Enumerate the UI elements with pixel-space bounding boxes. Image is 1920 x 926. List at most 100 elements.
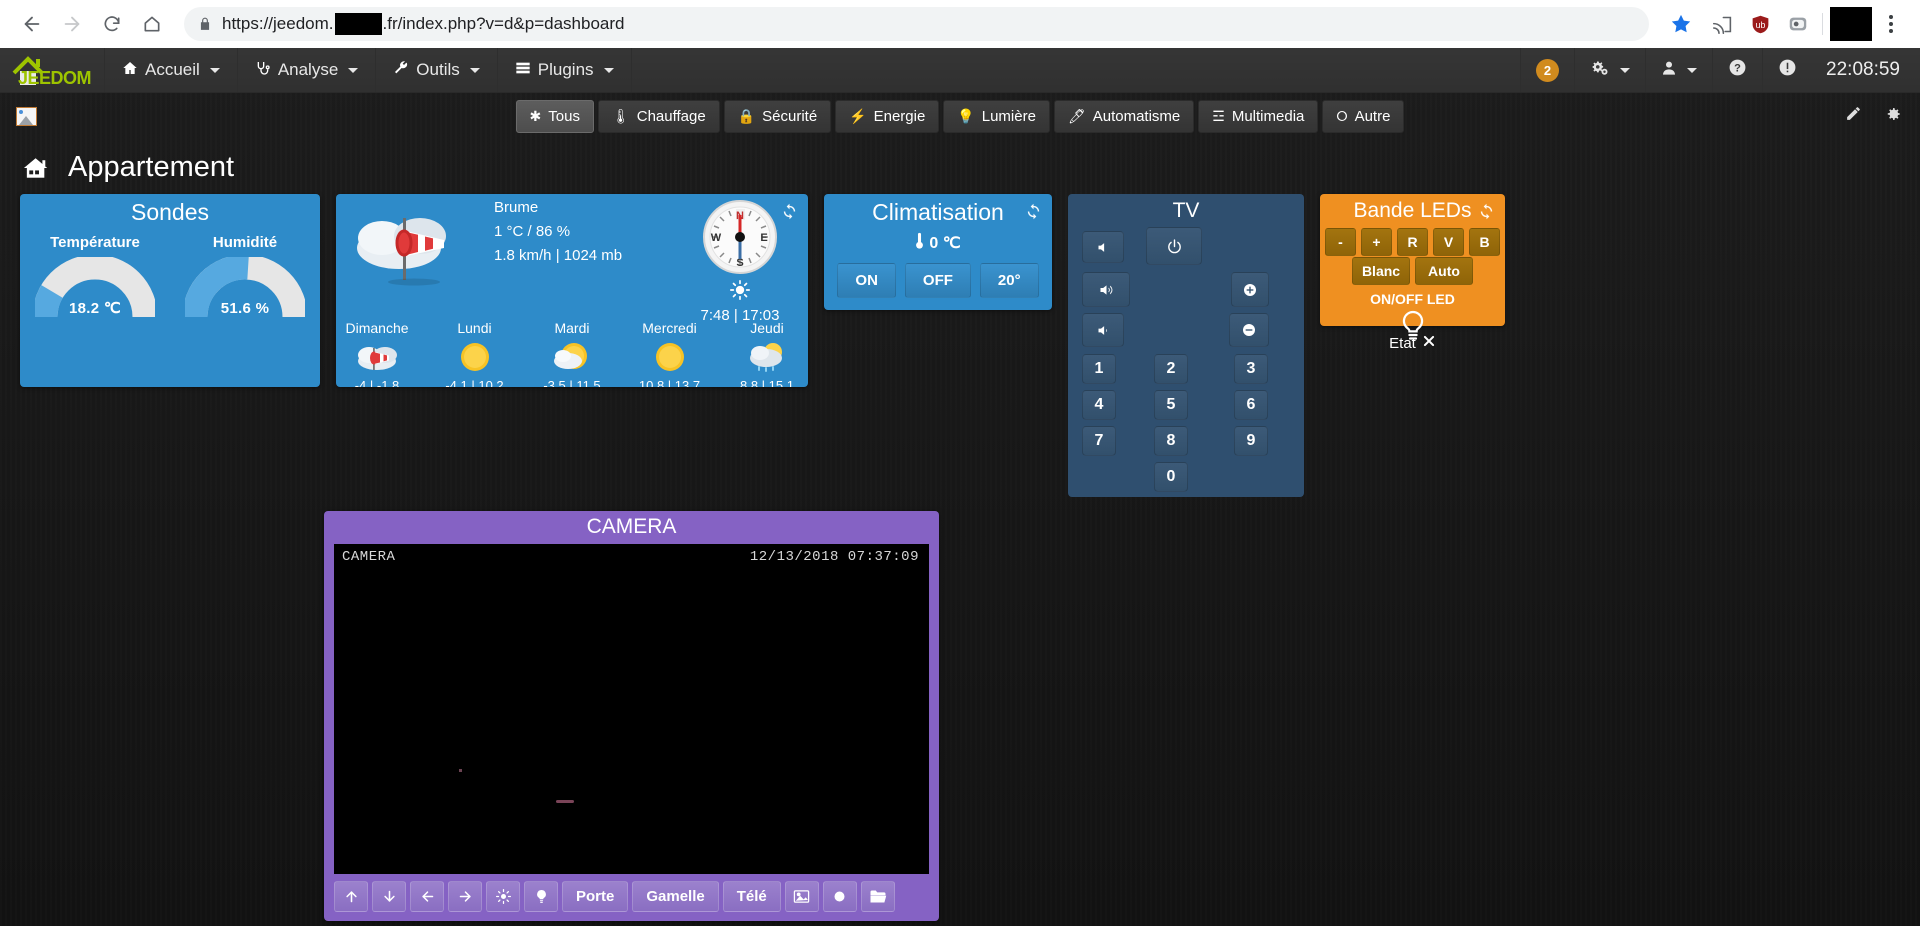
cam-folder-button[interactable] xyxy=(860,881,895,912)
message-badge[interactable]: 2 xyxy=(1520,48,1574,92)
cam-light-button[interactable] xyxy=(524,881,558,912)
camera-controls: Porte Gamelle Télé xyxy=(324,874,939,921)
equipements-title: Equipements xyxy=(0,921,1920,926)
tab-tous[interactable]: ✱ Tous xyxy=(515,99,594,133)
tab-label: Chauffage xyxy=(636,107,706,125)
tv-power-button[interactable] xyxy=(1146,227,1202,265)
navbar-clock: 22:08:59 xyxy=(1826,59,1900,80)
help-button[interactable]: ? xyxy=(1712,48,1762,92)
tv-key-5[interactable]: 5 xyxy=(1154,390,1188,420)
tv-key-7[interactable]: 7 xyxy=(1082,426,1116,456)
settings-menu[interactable] xyxy=(1574,48,1645,92)
clim-temp-button[interactable]: 20° xyxy=(979,263,1039,298)
gear-icon[interactable] xyxy=(1884,105,1902,128)
tab-chauffage[interactable]: 🌡 Chauffage xyxy=(597,99,720,133)
ublock-shield-icon[interactable]: ub xyxy=(1743,7,1777,41)
forecast-day-name: Jeudi xyxy=(750,320,784,336)
tab-securite[interactable]: 🔒 Sécurité xyxy=(723,99,832,133)
reload-icon[interactable] xyxy=(94,6,130,42)
tab-label: Tous xyxy=(548,107,580,125)
user-menu[interactable] xyxy=(1645,48,1712,92)
tab-autre[interactable]: ⭘ Autre xyxy=(1322,99,1405,133)
tab-lumiere[interactable]: 💡 Lumière xyxy=(943,99,1050,133)
extension-icon[interactable] xyxy=(1781,7,1815,41)
tv-key-0[interactable]: 0 xyxy=(1154,462,1188,492)
forecast-temps: 10.8 | 13.7 xyxy=(638,378,701,387)
pencil-icon[interactable] xyxy=(1845,105,1862,128)
nav-item-accueil[interactable]: Accueil xyxy=(105,48,238,92)
cam-up-button[interactable] xyxy=(334,881,368,912)
led-plus-button[interactable]: + xyxy=(1361,228,1392,256)
tv-mute-button[interactable] xyxy=(1082,231,1124,263)
cam-record-button[interactable] xyxy=(822,881,857,912)
led-blanc-button[interactable]: Blanc xyxy=(1352,257,1410,285)
climatisation-buttons: ON OFF 20° xyxy=(824,263,1052,298)
url-redacted-block xyxy=(334,13,382,35)
forecast-day-name: Mardi xyxy=(554,320,590,336)
cam-snapshot-button[interactable] xyxy=(784,881,819,912)
cast-icon[interactable] xyxy=(1705,7,1739,41)
gauge-dial: 51.6 % xyxy=(185,257,305,319)
tv-key-3[interactable]: 3 xyxy=(1234,354,1268,384)
forward-arrow-icon[interactable] xyxy=(54,6,90,42)
tv-channel-up-button[interactable] xyxy=(1231,272,1269,307)
led-blue-button[interactable]: B xyxy=(1469,228,1500,256)
cam-down-button[interactable] xyxy=(372,881,406,912)
cam-right-button[interactable] xyxy=(448,881,482,912)
tv-key-6[interactable]: 6 xyxy=(1234,390,1268,420)
tab-automatisme[interactable]: 🖊 Automatisme xyxy=(1053,99,1195,133)
gauge-dial: 18.2 ℃ xyxy=(35,257,155,319)
tv-volume-down-button[interactable] xyxy=(1082,313,1124,347)
refresh-icon[interactable] xyxy=(1025,203,1042,225)
tab-multimedia[interactable]: ☲ Multimedia xyxy=(1198,99,1319,133)
cam-preset-porte-button[interactable]: Porte xyxy=(562,881,629,912)
nav-item-analyse[interactable]: Analyse xyxy=(238,48,377,92)
alert-button[interactable] xyxy=(1762,48,1812,92)
refresh-icon[interactable] xyxy=(1478,203,1495,225)
circle-icon: ⭘ xyxy=(1336,107,1348,124)
avatar[interactable] xyxy=(1830,7,1872,41)
clim-on-button[interactable]: ON xyxy=(837,263,896,298)
tv-key-8[interactable]: 8 xyxy=(1154,426,1188,456)
led-green-button[interactable]: V xyxy=(1433,228,1464,256)
tv-channel-down-button[interactable] xyxy=(1229,313,1269,347)
refresh-icon[interactable] xyxy=(781,203,798,225)
chevron-down-icon xyxy=(469,67,480,73)
tv-key-2[interactable]: 2 xyxy=(1154,354,1188,384)
lightbulb-icon[interactable] xyxy=(1320,309,1505,343)
svg-text:ub: ub xyxy=(1755,20,1765,30)
camera-view[interactable]: CAMERA 12/13/2018 07:37:09 xyxy=(334,544,929,874)
cam-preset-tele-button[interactable]: Télé xyxy=(722,881,781,912)
nav-item-outils[interactable]: Outils xyxy=(376,48,498,92)
clim-off-button[interactable]: OFF xyxy=(904,263,971,298)
home-icon[interactable] xyxy=(134,6,170,42)
back-arrow-icon[interactable] xyxy=(14,6,50,42)
cam-brightness-button[interactable] xyxy=(486,881,520,912)
tab-label: Automatisme xyxy=(1092,107,1181,125)
category-tabs: ✱ Tous 🌡 Chauffage 🔒 Sécurité ⚡ Energie … xyxy=(515,99,1405,133)
navbar-right: 2 ? 22:08:59 xyxy=(1520,48,1920,92)
tv-volume-up-button[interactable] xyxy=(1082,272,1130,307)
address-bar[interactable]: https://jeedom. .fr/index.php?v=d&p=dashb… xyxy=(184,7,1649,41)
tv-key-4[interactable]: 4 xyxy=(1082,390,1116,420)
tv-key-1[interactable]: 1 xyxy=(1082,354,1116,384)
asterisk-icon: ✱ xyxy=(529,107,542,124)
cam-left-button[interactable] xyxy=(410,881,444,912)
rain-cloud-icon xyxy=(733,336,801,378)
nav-item-plugins[interactable]: Plugins xyxy=(498,48,632,92)
gauge-temperature: Température 18.2 ℃ xyxy=(25,234,165,319)
camera-wrap: CAMERA CAMERA 12/13/2018 07:37:09 Porte … xyxy=(20,511,1900,921)
widget-area: Sondes Température 18.2 ℃ Humidité 51.6 … xyxy=(0,194,1920,921)
image-icon[interactable] xyxy=(16,106,37,126)
jeedom-logo[interactable]: JEEDOM xyxy=(0,48,105,92)
led-auto-button[interactable]: Auto xyxy=(1415,257,1473,285)
star-icon[interactable] xyxy=(1663,6,1699,42)
tv-key-9[interactable]: 9 xyxy=(1234,426,1268,456)
leds-column: Bande LEDs - + R V B Blanc Auto ON/OFF L… xyxy=(1320,194,1505,352)
widget-bande-leds: Bande LEDs - + R V B Blanc Auto ON/OFF L… xyxy=(1320,194,1505,340)
led-red-button[interactable]: R xyxy=(1397,228,1428,256)
tab-energie[interactable]: ⚡ Energie xyxy=(835,99,940,133)
chrome-menu-icon[interactable] xyxy=(1876,7,1906,41)
led-minus-button[interactable]: - xyxy=(1325,228,1356,256)
cam-preset-gamelle-button[interactable]: Gamelle xyxy=(632,881,719,912)
